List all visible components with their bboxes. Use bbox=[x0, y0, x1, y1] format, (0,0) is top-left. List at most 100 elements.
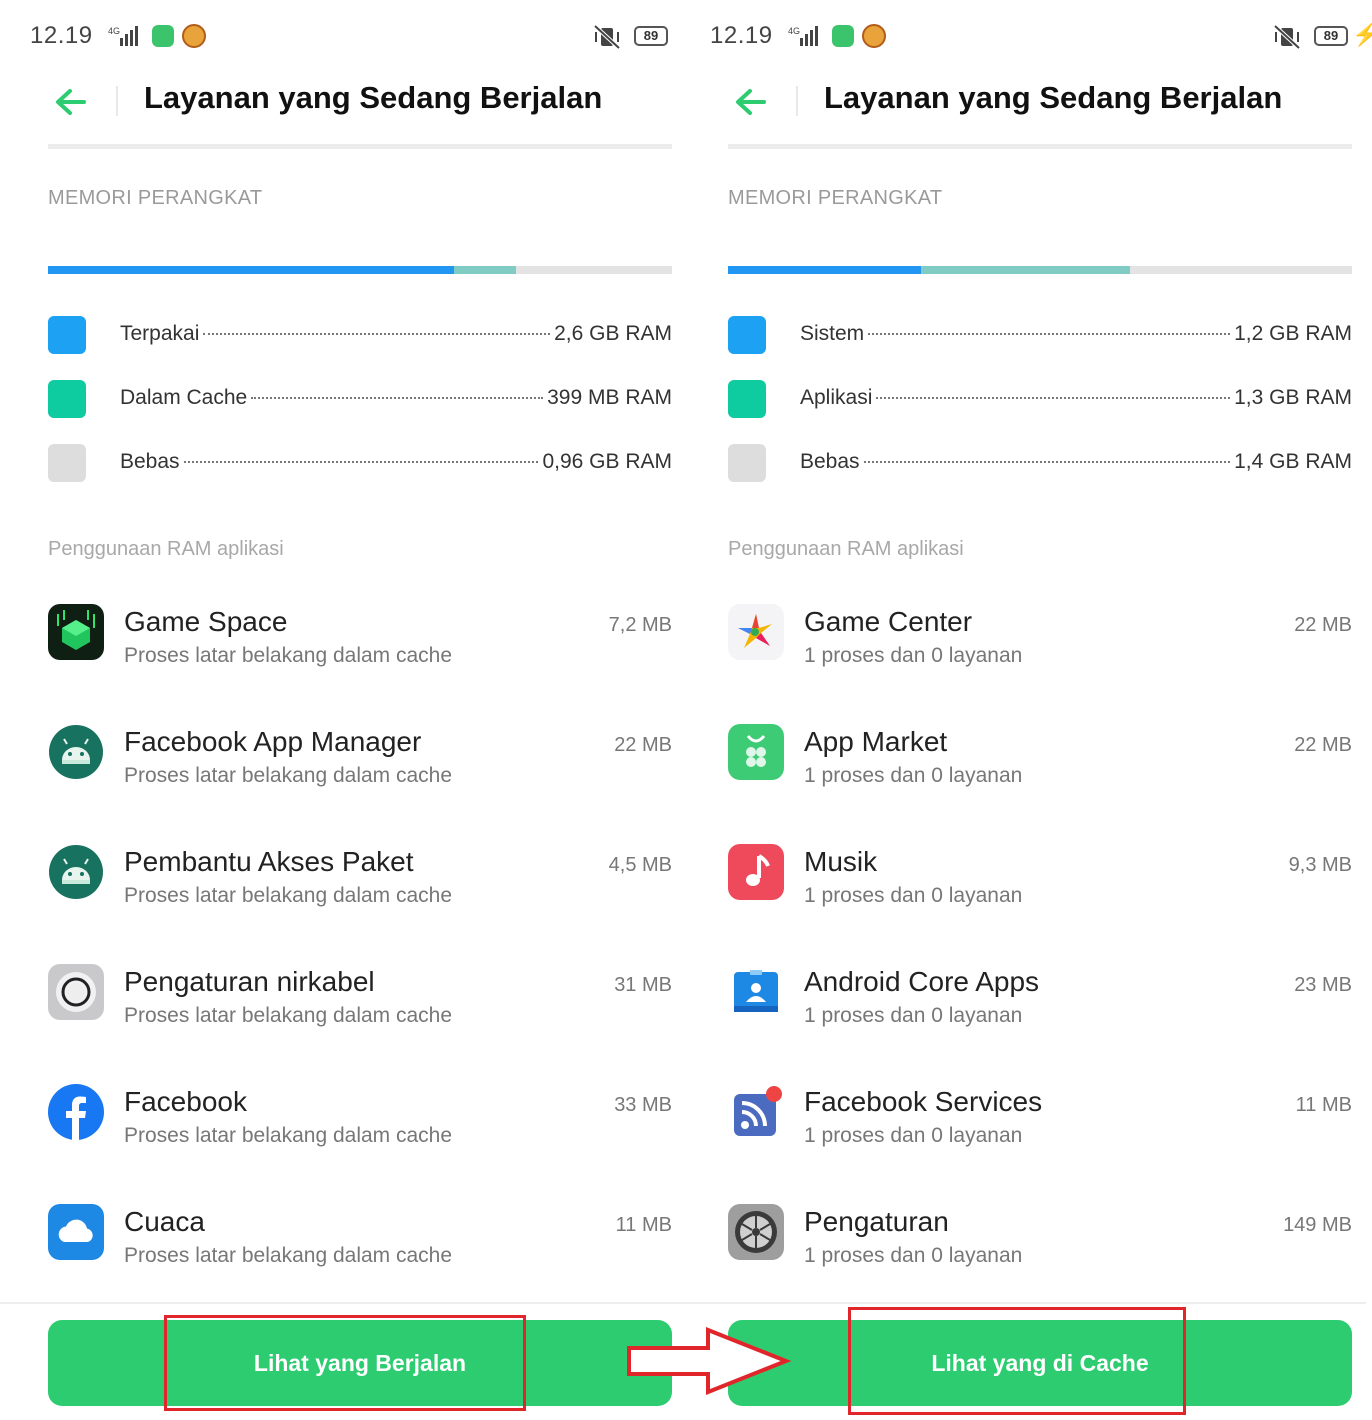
memory-section-label: MEMORI PERANGKAT bbox=[728, 187, 943, 209]
legend-cached: Dalam Cache 399 MB RAM bbox=[48, 380, 672, 420]
header-divider bbox=[796, 86, 798, 116]
app-item-game-center[interactable]: Game Center 1 proses dan 0 layanan 22 MB bbox=[728, 604, 1352, 694]
game-space-icon bbox=[48, 604, 104, 660]
memory-bar-cached bbox=[453, 266, 516, 274]
legend-apps: Aplikasi 1,3 GB RAM bbox=[728, 380, 1352, 420]
app-name: Musik bbox=[804, 846, 878, 877]
app-memory: 11 MB bbox=[1295, 1094, 1352, 1116]
battery-level: 89 bbox=[1314, 26, 1348, 46]
header-rule bbox=[728, 144, 1352, 149]
legend-free: Bebas 1,4 GB RAM bbox=[728, 444, 1352, 484]
signal-icon: 4G bbox=[108, 26, 138, 46]
app-item-facebook-services[interactable]: Facebook Services 1 proses dan 0 layanan… bbox=[728, 1084, 1352, 1174]
app-item-pengaturan[interactable]: Pengaturan 1 proses dan 0 layanan 149 MB bbox=[728, 1204, 1352, 1294]
legend-used: Terpakai 2,6 GB RAM bbox=[48, 316, 672, 356]
app-ram-label: Penggunaan RAM aplikasi bbox=[48, 538, 284, 560]
app-status: 1 proses dan 0 layanan bbox=[804, 1004, 1023, 1027]
header-divider bbox=[116, 86, 118, 116]
app-memory: 23 MB bbox=[1294, 974, 1352, 996]
footer-divider bbox=[0, 1302, 686, 1304]
app-market-icon bbox=[728, 724, 784, 780]
app-name: Facebook Services bbox=[804, 1086, 1043, 1117]
app-item-game-space[interactable]: Game Space Proses latar belakang dalam c… bbox=[48, 604, 672, 694]
app-item-cuaca[interactable]: Cuaca Proses latar belakang dalam cache … bbox=[48, 1204, 672, 1294]
page-title: Layanan yang Sedang Berjalan bbox=[824, 80, 1283, 115]
app-item-pembantu-akses-paket[interactable]: Pembantu Akses Paket Proses latar belaka… bbox=[48, 844, 672, 934]
vibrate-off-icon bbox=[1273, 24, 1301, 50]
back-arrow-icon[interactable] bbox=[732, 84, 768, 120]
app-name: Game Space bbox=[124, 606, 288, 637]
app-memory: 22 MB bbox=[1294, 734, 1352, 756]
app-item-pengaturan-nirkabel[interactable]: Pengaturan nirkabel Proses latar belakan… bbox=[48, 964, 672, 1054]
wireless-settings-icon bbox=[48, 964, 104, 1020]
app-memory: 7,2 MB bbox=[608, 614, 672, 636]
legend-swatch bbox=[48, 316, 86, 354]
status-time: 12.19 bbox=[710, 22, 773, 49]
memory-bar-used bbox=[48, 266, 454, 274]
app-ram-label: Penggunaan RAM aplikasi bbox=[728, 538, 964, 560]
legend-system: Sistem 1,2 GB RAM bbox=[728, 316, 1352, 356]
app-memory: 149 MB bbox=[1283, 1214, 1352, 1236]
memory-section-label: MEMORI PERANGKAT bbox=[48, 187, 263, 209]
legend-free: Bebas 0,96 GB RAM bbox=[48, 444, 672, 484]
legend-label: Aplikasi bbox=[800, 386, 873, 409]
footer-divider bbox=[680, 1302, 1366, 1304]
app-item-facebook-app-manager[interactable]: Facebook App Manager Proses latar belaka… bbox=[48, 724, 672, 814]
signal-icon: 4G bbox=[788, 26, 818, 46]
app-status: 1 proses dan 0 layanan bbox=[804, 764, 1023, 787]
app-name: Game Center bbox=[804, 606, 973, 637]
legend-value: 1,3 GB RAM bbox=[1234, 386, 1352, 409]
app-status: 1 proses dan 0 layanan bbox=[804, 1244, 1023, 1267]
annotation-arrow-icon bbox=[627, 1327, 792, 1395]
notification-app-icon bbox=[152, 25, 174, 47]
app-memory: 11 MB bbox=[615, 1214, 672, 1236]
notification-app-icon bbox=[832, 25, 854, 47]
app-status: 1 proses dan 0 layanan bbox=[804, 644, 1023, 667]
memory-bar-apps bbox=[921, 266, 1131, 274]
annotation-highlight-right bbox=[848, 1307, 1186, 1415]
annotation-highlight-left bbox=[164, 1315, 526, 1411]
settings-icon bbox=[728, 1204, 784, 1260]
vibrate-off-icon bbox=[593, 24, 621, 50]
app-item-facebook[interactable]: Facebook Proses latar belakang dalam cac… bbox=[48, 1084, 672, 1174]
legend-swatch bbox=[48, 444, 86, 482]
app-name: Pengaturan bbox=[804, 1206, 949, 1237]
app-status: Proses latar belakang dalam cache bbox=[124, 1004, 453, 1027]
app-name: Android Core Apps bbox=[804, 966, 1040, 997]
left-screen: 12.19 4G 89 Layanan yang Sedang Berjalan… bbox=[0, 0, 686, 1420]
app-name: App Market bbox=[804, 726, 948, 757]
app-memory: 9,3 MB bbox=[1288, 854, 1352, 876]
legend-value: 399 MB RAM bbox=[547, 386, 672, 409]
status-bar: 12.19 4G 89 bbox=[30, 20, 686, 54]
app-status: 1 proses dan 0 layanan bbox=[804, 1124, 1023, 1147]
memory-usage-bar bbox=[728, 266, 1352, 274]
legend-value: 1,4 GB RAM bbox=[1234, 450, 1352, 473]
app-name: Facebook bbox=[124, 1086, 247, 1117]
legend-value: 0,96 GB RAM bbox=[542, 450, 672, 473]
app-item-app-market[interactable]: App Market 1 proses dan 0 layanan 22 MB bbox=[728, 724, 1352, 814]
app-status: Proses latar belakang dalam cache bbox=[124, 1124, 453, 1147]
android-core-apps-icon bbox=[734, 970, 778, 1012]
svg-text:4G: 4G bbox=[108, 26, 120, 36]
music-icon bbox=[728, 844, 784, 900]
memory-usage-bar bbox=[48, 266, 672, 274]
weather-icon bbox=[48, 1204, 104, 1260]
status-time: 12.19 bbox=[30, 22, 93, 49]
legend-label: Dalam Cache bbox=[120, 386, 248, 409]
game-center-icon bbox=[728, 604, 784, 660]
battery-level: 89 bbox=[634, 26, 668, 46]
app-memory: 33 MB bbox=[614, 1094, 672, 1116]
app-status: Proses latar belakang dalam cache bbox=[124, 1244, 453, 1267]
back-arrow-icon[interactable] bbox=[52, 84, 88, 120]
facebook-icon bbox=[48, 1084, 104, 1140]
legend-label: Bebas bbox=[800, 450, 860, 473]
app-memory: 4,5 MB bbox=[608, 854, 672, 876]
app-status: Proses latar belakang dalam cache bbox=[124, 644, 453, 667]
app-item-android-core-apps[interactable]: Android Core Apps 1 proses dan 0 layanan… bbox=[728, 964, 1352, 1054]
app-memory: 31 MB bbox=[614, 974, 672, 996]
app-name: Pembantu Akses Paket bbox=[124, 846, 414, 877]
app-memory: 22 MB bbox=[614, 734, 672, 756]
app-name: Pengaturan nirkabel bbox=[124, 966, 375, 997]
app-item-musik[interactable]: Musik 1 proses dan 0 layanan 9,3 MB bbox=[728, 844, 1352, 934]
legend-label: Sistem bbox=[800, 322, 865, 345]
